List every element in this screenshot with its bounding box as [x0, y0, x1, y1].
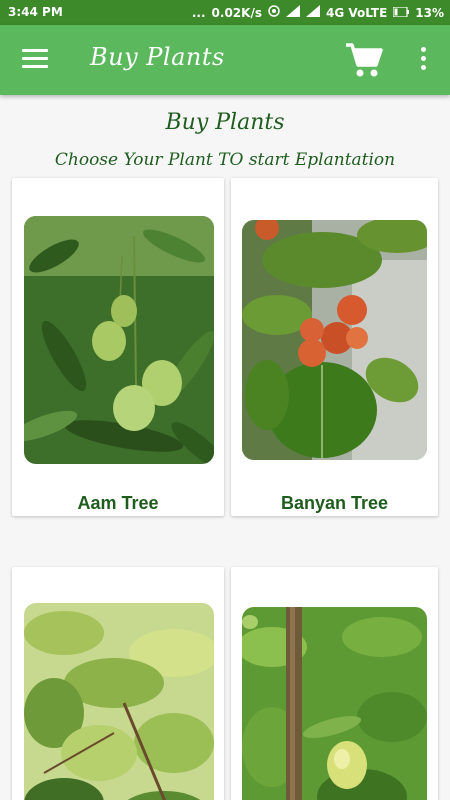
- plant-image-4: [242, 607, 427, 800]
- status-indicators: ... 0.02K/s 4G VoLTE 13%: [192, 5, 444, 20]
- page-subtitle: Choose Your Plant TO start Eplantation: [54, 150, 396, 170]
- app-title: Buy Plants: [90, 43, 225, 71]
- plant-image-3: [24, 603, 214, 800]
- hotspot-icon: [268, 5, 280, 20]
- mango-tree-image: [24, 216, 214, 464]
- app-bar: Buy Plants: [0, 25, 450, 95]
- battery-icon: [392, 5, 410, 20]
- plant-card-3[interactable]: [12, 567, 224, 800]
- battery-level: 13%: [415, 5, 444, 20]
- network-type: 4G VoLTE: [325, 5, 388, 20]
- status-dots: ...: [191, 5, 206, 20]
- signal-icon: [285, 5, 300, 20]
- plant-name: Banyan Tree: [280, 493, 389, 513]
- plant-name: Aam Tree: [77, 493, 159, 513]
- signal-icon-2: [305, 5, 320, 20]
- network-speed: 0.02K/s: [211, 5, 262, 20]
- plant-card-banyan-tree[interactable]: Banyan Tree: [231, 178, 438, 516]
- plant-card-aam-tree[interactable]: Aam Tree: [12, 178, 224, 516]
- more-vertical-icon[interactable]: [416, 47, 430, 73]
- hamburger-menu-icon[interactable]: [22, 49, 48, 71]
- shopping-cart-icon[interactable]: [344, 41, 384, 79]
- status-time: 3:44 PM: [8, 5, 63, 19]
- banyan-tree-image: [242, 220, 427, 460]
- status-bar: 3:44 PM ... 0.02K/s 4G VoLTE 13%: [0, 0, 450, 25]
- page-title: Buy Plants: [165, 110, 285, 135]
- plant-card-4[interactable]: [231, 567, 438, 800]
